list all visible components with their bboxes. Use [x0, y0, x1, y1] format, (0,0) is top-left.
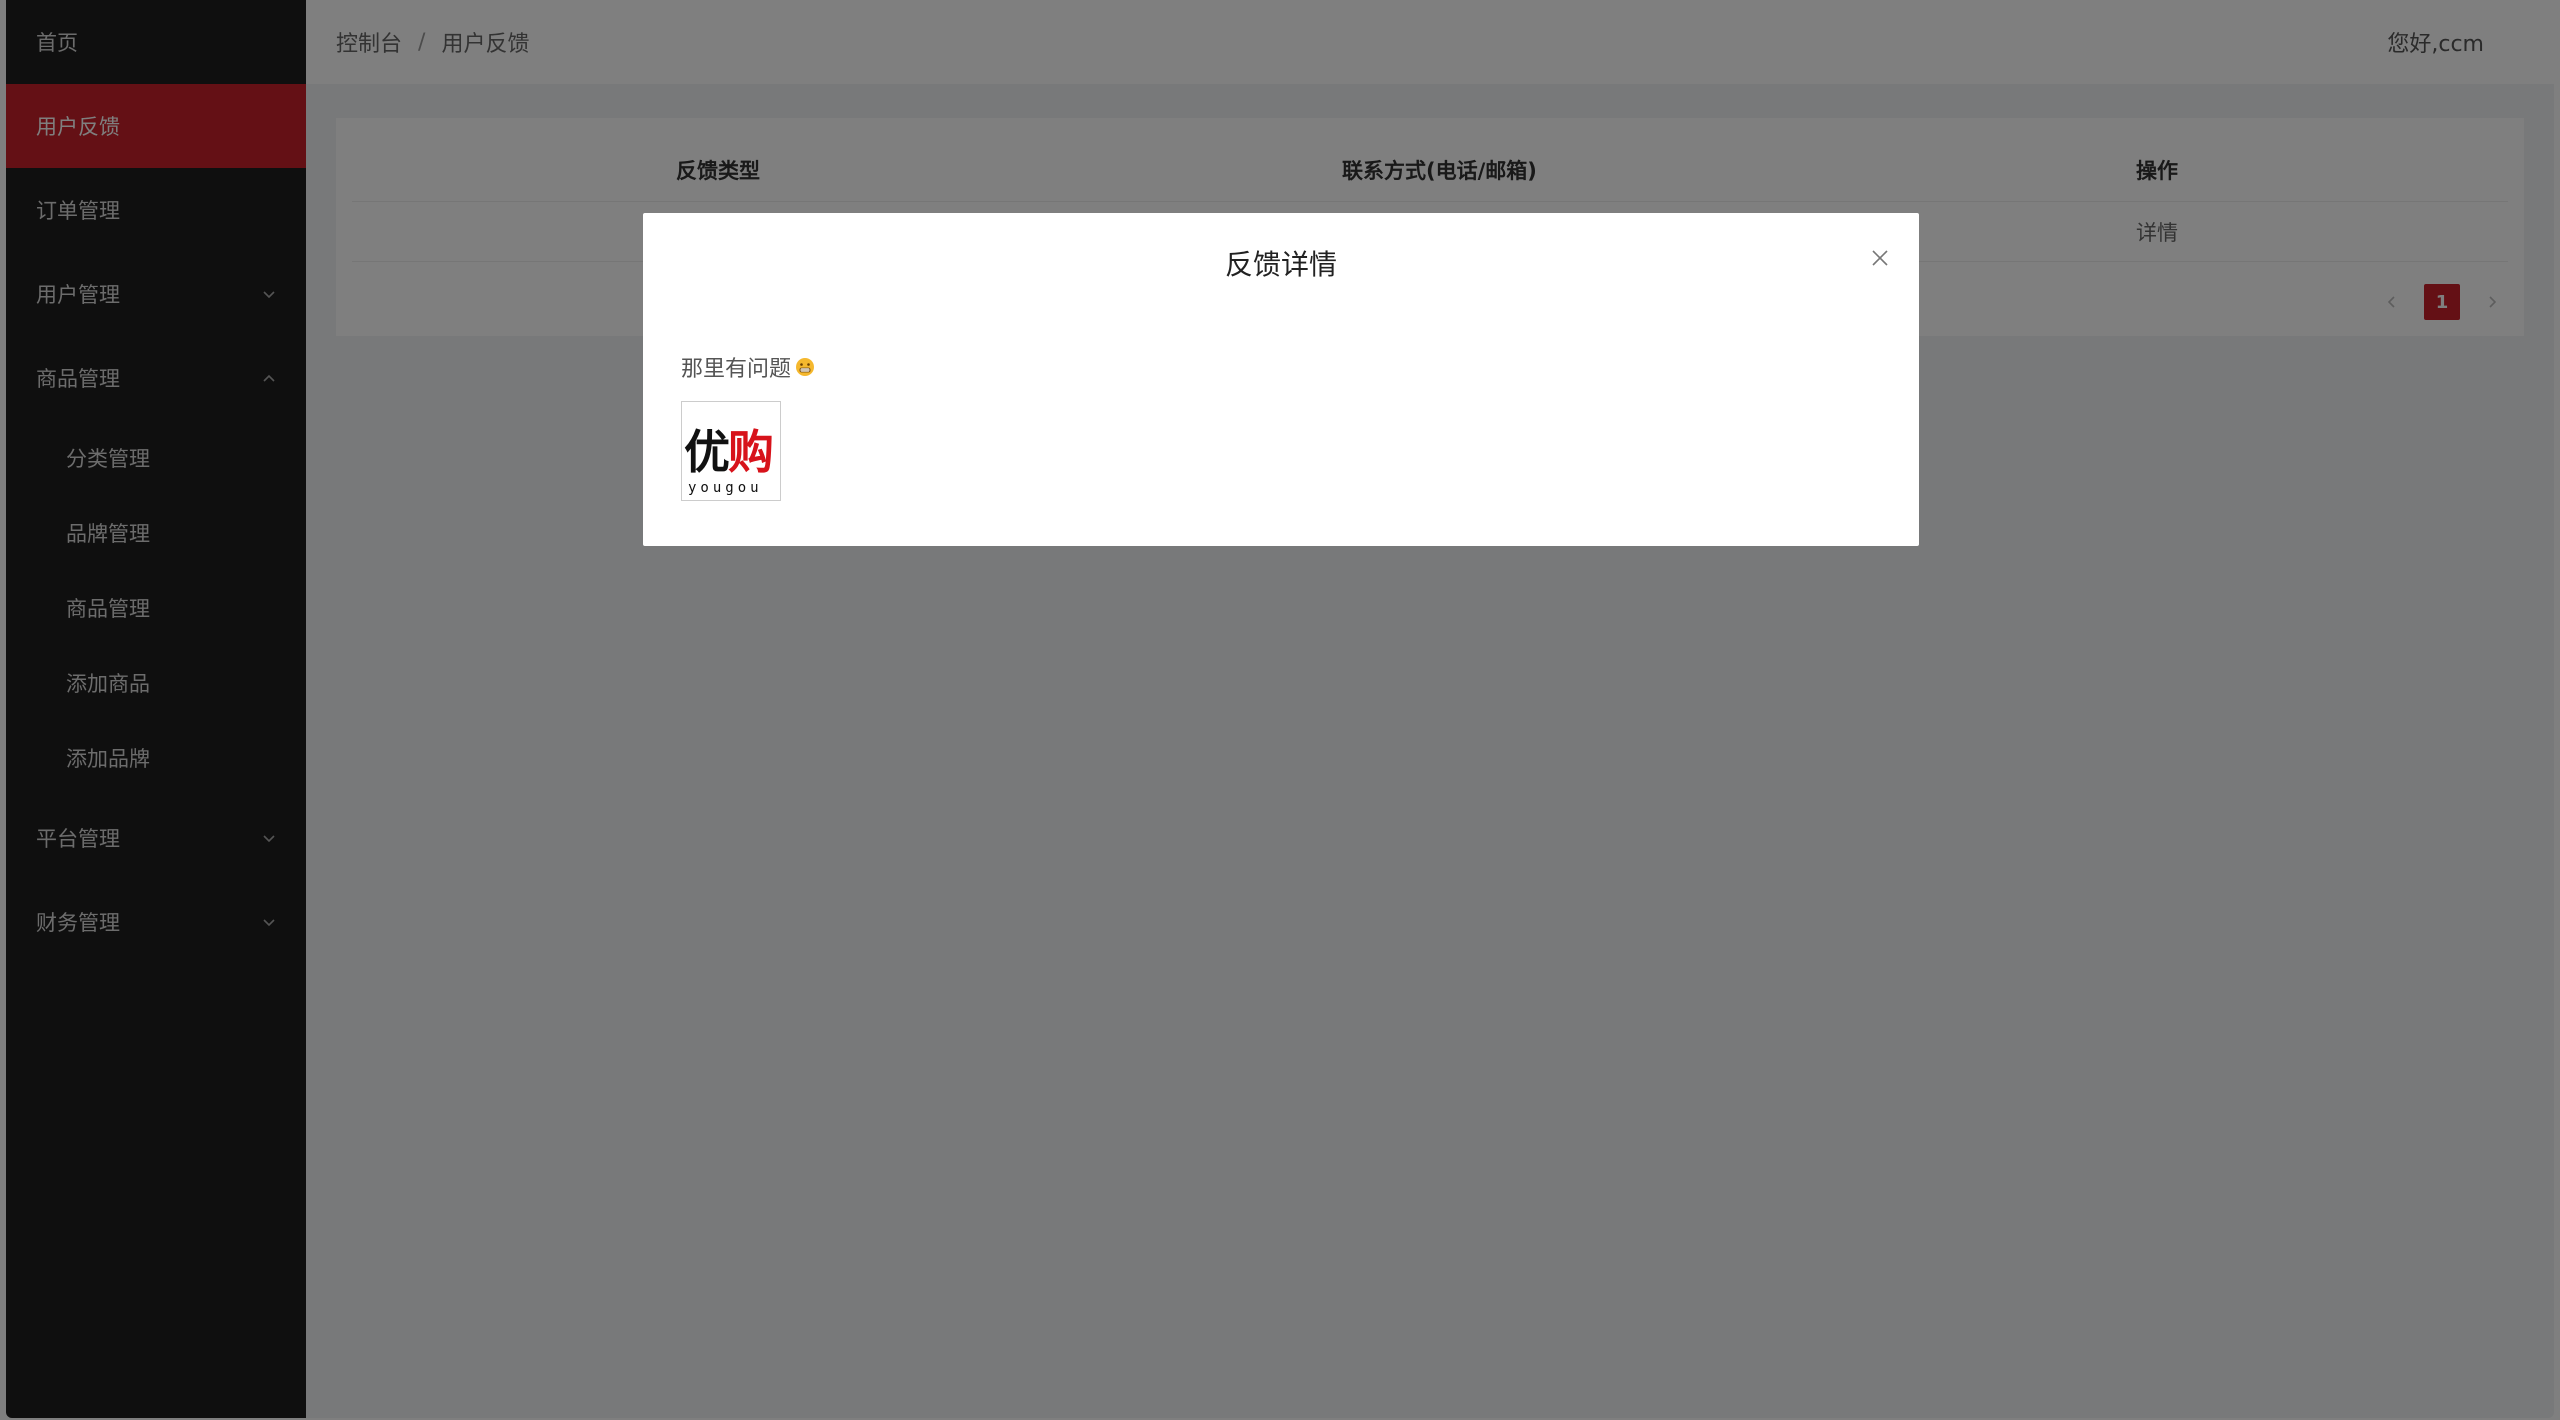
svg-text:优: 优 [684, 425, 730, 479]
yougou-logo-image: 优 购 yougou [682, 402, 780, 500]
grin-emoji-icon [796, 358, 815, 376]
modal-title: 反馈详情 [1224, 248, 1337, 281]
feedback-detail-modal: 反馈详情 那里有问题 优 购 yougou [643, 213, 1919, 546]
feedback-image[interactable]: 优 购 yougou [681, 401, 781, 501]
feedback-content: 那里有问题 [681, 351, 815, 383]
svg-text:yougou: yougou [688, 480, 763, 496]
close-icon[interactable] [1869, 247, 1891, 269]
feedback-text: 那里有问题 [681, 357, 792, 382]
svg-text:购: 购 [728, 425, 774, 479]
